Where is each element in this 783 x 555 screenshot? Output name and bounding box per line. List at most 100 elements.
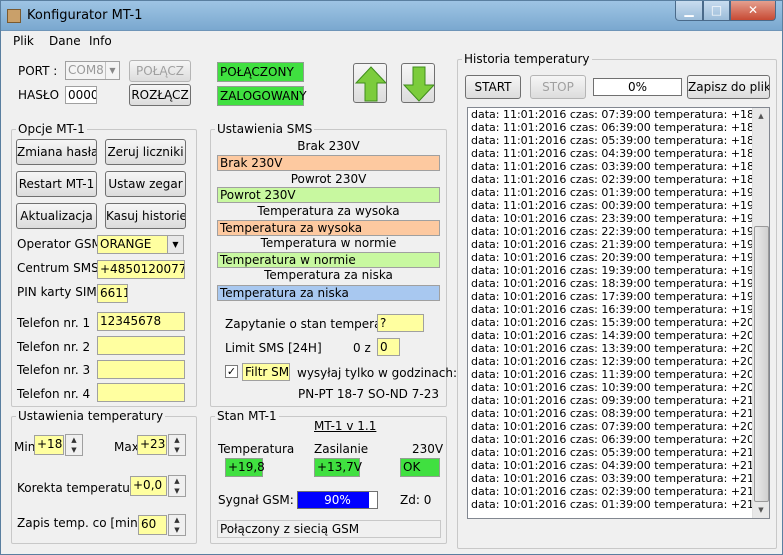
history-row[interactable]: data: 10:01:2016 czas: 22:39:00 temperat… xyxy=(468,225,769,238)
history-row[interactable]: data: 10:01:2016 czas: 19:39:00 temperat… xyxy=(468,264,769,277)
history-row[interactable]: data: 10:01:2016 czas: 23:39:00 temperat… xyxy=(468,212,769,225)
arrow-down-icon: ▼ xyxy=(174,487,180,495)
menu-dane[interactable]: Dane xyxy=(49,34,81,48)
scroll-down-icon[interactable]: ▼ xyxy=(753,502,769,518)
history-row[interactable]: data: 10:01:2016 czas: 08:39:00 temperat… xyxy=(468,407,769,420)
arrow-up-icon: ▲ xyxy=(71,436,77,444)
history-row[interactable]: data: 10:01:2016 czas: 14:39:00 temperat… xyxy=(468,329,769,342)
history-row[interactable]: data: 11:01:2016 czas: 06:39:00 temperat… xyxy=(468,121,769,134)
history-row[interactable]: data: 10:01:2016 czas: 06:39:00 temperat… xyxy=(468,433,769,446)
sms-center-input[interactable]: +48501200777 xyxy=(97,260,185,279)
scroll-up-icon[interactable]: ▲ xyxy=(753,108,769,124)
history-row[interactable]: data: 10:01:2016 czas: 02:39:00 temperat… xyxy=(468,485,769,498)
filter-checkbox[interactable]: ✓ xyxy=(225,365,238,378)
v230-label: 230V xyxy=(412,442,444,456)
scroll-thumb[interactable] xyxy=(754,226,769,502)
sms-settings-title: Ustawienia SMS xyxy=(215,122,315,136)
port-select[interactable]: COM8 ▼ xyxy=(65,61,120,80)
connect-button[interactable]: POŁĄCZ xyxy=(129,60,191,82)
no230-input[interactable]: Brak 230V xyxy=(217,155,440,171)
history-row[interactable]: data: 11:01:2016 czas: 00:39:00 temperat… xyxy=(468,199,769,212)
history-row[interactable]: data: 10:01:2016 czas: 21:39:00 temperat… xyxy=(468,238,769,251)
history-scrollbar[interactable]: ▲ ▼ xyxy=(752,108,769,518)
history-row[interactable]: data: 10:01:2016 czas: 18:39:00 temperat… xyxy=(468,277,769,290)
zd-label: Zd: 0 xyxy=(400,493,432,507)
phone2-input[interactable] xyxy=(97,336,185,355)
gsm-status: Połączony z siecią GSM xyxy=(217,520,441,538)
pin-input[interactable]: 6611 xyxy=(97,284,128,303)
query-input[interactable]: ? xyxy=(377,314,424,332)
correction-stepper[interactable]: ▲ ▼ xyxy=(168,475,186,497)
arrow-down-icon: ▼ xyxy=(174,526,180,534)
chevron-down-icon: ▼ xyxy=(167,236,183,253)
max-input[interactable]: +23 xyxy=(137,435,167,455)
history-row[interactable]: data: 11:01:2016 czas: 04:39:00 temperat… xyxy=(468,147,769,160)
arrow-down-icon: ▼ xyxy=(174,446,180,454)
low-temp-input[interactable]: Temperatura za niska xyxy=(217,285,440,301)
history-row[interactable]: data: 10:01:2016 czas: 01:39:00 temperat… xyxy=(468,498,769,511)
max-stepper[interactable]: ▲ ▼ xyxy=(168,434,186,456)
download-button[interactable] xyxy=(401,63,435,103)
close-button[interactable]: ✕ xyxy=(730,1,776,21)
history-row[interactable]: data: 11:01:2016 czas: 05:39:00 temperat… xyxy=(468,134,769,147)
history-row[interactable]: data: 10:01:2016 czas: 03:39:00 temperat… xyxy=(468,472,769,485)
version-label: MT-1 v 1.1 xyxy=(314,419,377,433)
interval-input[interactable]: 60 xyxy=(138,515,167,535)
gsm-signal-value: 90% xyxy=(324,493,351,507)
history-row[interactable]: data: 10:01:2016 czas: 16:39:00 temperat… xyxy=(468,303,769,316)
operator-label: Operator GSM xyxy=(17,237,102,251)
port-value: COM8 xyxy=(68,63,104,77)
history-row[interactable]: data: 11:01:2016 czas: 01:39:00 temperat… xyxy=(468,186,769,199)
no230-label: Brak 230V xyxy=(297,139,360,153)
stop-button[interactable]: STOP xyxy=(530,75,586,99)
set-clock-button[interactable]: Ustaw zegar xyxy=(105,171,186,197)
maximize-button[interactable]: □ xyxy=(703,1,730,21)
disconnect-button[interactable]: ROZŁĄCZ xyxy=(129,84,191,106)
history-row[interactable]: data: 10:01:2016 czas: 11:39:00 temperat… xyxy=(468,368,769,381)
password-input[interactable]: 0000 xyxy=(65,86,97,104)
history-row[interactable]: data: 10:01:2016 czas: 10:39:00 temperat… xyxy=(468,381,769,394)
correction-input[interactable]: +0,0 xyxy=(130,476,167,496)
menu-plik[interactable]: Plik xyxy=(13,34,34,48)
history-row[interactable]: data: 10:01:2016 czas: 13:39:00 temperat… xyxy=(468,342,769,355)
limit-input[interactable]: 0 xyxy=(377,338,400,356)
save-to-file-button[interactable]: Zapisz do pliku xyxy=(687,75,770,99)
min-stepper[interactable]: ▲ ▼ xyxy=(65,434,83,456)
history-row[interactable]: data: 11:01:2016 czas: 07:39:00 temperat… xyxy=(468,108,769,121)
interval-stepper[interactable]: ▲ ▼ xyxy=(168,514,186,536)
min-input[interactable]: +18 xyxy=(34,435,64,455)
menu-info[interactable]: Info xyxy=(89,34,112,48)
start-button[interactable]: START xyxy=(465,75,521,99)
history-row[interactable]: data: 10:01:2016 czas: 04:39:00 temperat… xyxy=(468,459,769,472)
history-list[interactable]: data: 11:01:2016 czas: 07:39:00 temperat… xyxy=(467,107,770,519)
update-button[interactable]: Aktualizacja xyxy=(16,203,97,229)
history-title: Historia temperatury xyxy=(462,52,592,66)
back230-input[interactable]: Powrot 230V xyxy=(217,187,440,203)
history-row[interactable]: data: 11:01:2016 czas: 02:39:00 temperat… xyxy=(468,173,769,186)
v230-value: OK xyxy=(400,458,440,477)
phone1-input[interactable]: 12345678 xyxy=(97,312,185,331)
minimize-button[interactable]: ▁ xyxy=(675,1,703,21)
normal-temp-input[interactable]: Temperatura w normie xyxy=(217,252,440,268)
history-rows: data: 11:01:2016 czas: 07:39:00 temperat… xyxy=(468,108,769,511)
history-row[interactable]: data: 10:01:2016 czas: 15:39:00 temperat… xyxy=(468,316,769,329)
history-row[interactable]: data: 10:01:2016 czas: 12:39:00 temperat… xyxy=(468,355,769,368)
normal-temp-label: Temperatura w normie xyxy=(260,236,397,250)
history-row[interactable]: data: 10:01:2016 czas: 20:39:00 temperat… xyxy=(468,251,769,264)
phone3-input[interactable] xyxy=(97,360,185,379)
reset-counters-button[interactable]: Zeruj liczniki xyxy=(105,139,186,165)
history-row[interactable]: data: 10:01:2016 czas: 07:39:00 temperat… xyxy=(468,420,769,433)
operator-select[interactable]: ORANGE ▼ xyxy=(97,235,184,254)
interval-label: Zapis temp. co [min] xyxy=(17,516,143,530)
history-row[interactable]: data: 10:01:2016 czas: 09:39:00 temperat… xyxy=(468,394,769,407)
history-row[interactable]: data: 11:01:2016 czas: 03:39:00 temperat… xyxy=(468,160,769,173)
phone4-input[interactable] xyxy=(97,383,185,402)
history-row[interactable]: data: 10:01:2016 czas: 05:39:00 temperat… xyxy=(468,446,769,459)
restart-button[interactable]: Restart MT-1 xyxy=(16,171,97,197)
history-row[interactable]: data: 10:01:2016 czas: 17:39:00 temperat… xyxy=(468,290,769,303)
change-password-button[interactable]: Zmiana hasła xyxy=(16,139,97,165)
delete-history-button[interactable]: Kasuj historie xyxy=(105,203,186,229)
upload-button[interactable] xyxy=(353,63,387,103)
gsm-label: Sygnał GSM: xyxy=(218,493,294,507)
high-temp-input[interactable]: Temperatura za wysoka xyxy=(217,220,440,236)
